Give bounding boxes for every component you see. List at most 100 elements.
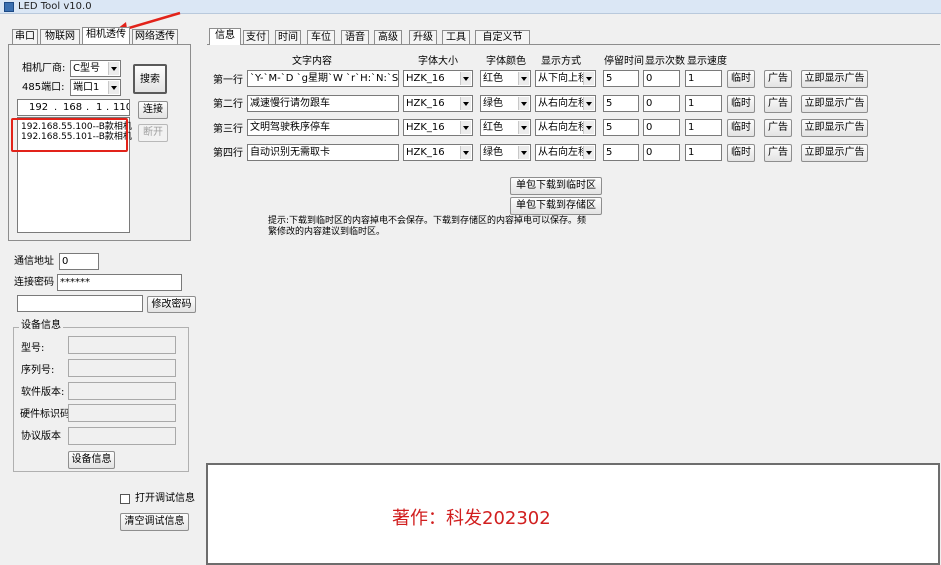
row-2-show-ad-button[interactable]: 立即显示广告 xyxy=(801,95,868,113)
device-info-button[interactable]: 设备信息 xyxy=(68,451,115,469)
row-1-speed-input[interactable]: 1 xyxy=(685,70,722,87)
row-1-stay-input[interactable]: 5 xyxy=(603,70,639,87)
tab-network-passthrough[interactable]: 网络透传 xyxy=(132,29,178,44)
tab-time[interactable]: 时间 xyxy=(275,30,301,45)
row-3-font-select[interactable]: HZK_16 xyxy=(403,119,473,136)
chevron-down-icon xyxy=(518,97,529,110)
chevron-down-icon xyxy=(460,72,471,85)
row-3-speed-input[interactable]: 1 xyxy=(685,119,722,136)
app-icon xyxy=(4,2,14,12)
row-4-text-input[interactable]: 自动识别无需取卡 xyxy=(247,144,399,161)
software-version-field xyxy=(68,382,176,400)
header-stay-time: 停留时间 xyxy=(604,56,644,67)
new-password-input[interactable] xyxy=(17,295,143,312)
search-button[interactable]: 搜索 xyxy=(133,64,167,94)
row-1-mode-select[interactable]: 从下向上移 xyxy=(535,70,596,87)
row-2-font-select[interactable]: HZK_16 xyxy=(403,95,473,112)
row-2-text-input[interactable]: 减速慢行请勿跟车 xyxy=(247,95,399,112)
download-store-button[interactable]: 单包下载到存储区 xyxy=(510,197,602,215)
row-2-count-input[interactable]: 0 xyxy=(643,95,680,112)
port-select[interactable]: 端口1 xyxy=(70,79,121,96)
tab-advanced[interactable]: 高级 xyxy=(374,30,402,45)
row-4-color-select[interactable]: 绿色 xyxy=(480,144,531,161)
row-2-label: 第二行 xyxy=(213,99,243,110)
row-1-show-ad-button[interactable]: 立即显示广告 xyxy=(801,70,868,88)
annotation-highlight-box xyxy=(11,118,128,152)
header-display-speed: 显示速度 xyxy=(687,56,727,67)
chevron-down-icon xyxy=(460,121,471,134)
chevron-down-icon xyxy=(583,146,594,159)
tab-serial[interactable]: 串口 xyxy=(12,29,38,44)
row-2-stay-input[interactable]: 5 xyxy=(603,95,639,112)
serial-label: 序列号: xyxy=(21,365,55,376)
password-input[interactable]: ****** xyxy=(57,274,182,291)
row-4-speed-input[interactable]: 1 xyxy=(685,144,722,161)
row-2-mode-select[interactable]: 从右向左移 xyxy=(535,95,596,112)
tab-custom-program[interactable]: 自定义节目 xyxy=(475,30,530,57)
row-1-ad-button[interactable]: 广告 xyxy=(764,70,792,88)
disconnect-button[interactable]: 断开 xyxy=(138,124,168,142)
row-4-count-input[interactable]: 0 xyxy=(643,144,680,161)
protocol-version-label: 协议版本 xyxy=(21,431,61,442)
chevron-down-icon xyxy=(460,97,471,110)
row-1-temp-button[interactable]: 临时 xyxy=(727,70,755,88)
row-2-ad-button[interactable]: 广告 xyxy=(764,95,792,113)
tab-info[interactable]: 信息 xyxy=(209,28,241,45)
chevron-down-icon xyxy=(518,121,529,134)
tab-parking[interactable]: 车位 xyxy=(307,30,335,45)
connect-button[interactable]: 连接 xyxy=(138,101,168,119)
tab-tools[interactable]: 工具 xyxy=(442,30,470,45)
row-4-label: 第四行 xyxy=(213,148,243,159)
title-bar xyxy=(0,0,941,14)
row-3-mode-select[interactable]: 从右向左移 xyxy=(535,119,596,136)
tab-payment[interactable]: 支付 xyxy=(243,30,269,45)
tab-voice[interactable]: 语音 xyxy=(341,30,369,45)
row-3-ad-button[interactable]: 广告 xyxy=(764,119,792,137)
device-info-title: 设备信息 xyxy=(19,320,63,332)
tab-camera-passthrough[interactable]: 相机透传 xyxy=(82,27,130,44)
vendor-select[interactable]: C型号 xyxy=(70,60,121,77)
tab-upgrade[interactable]: 升级 xyxy=(409,30,437,45)
row-1-text-input[interactable]: `Y-`M-`D `g星期`W `r`H:`N:`S xyxy=(247,70,399,87)
row-4-stay-input[interactable]: 5 xyxy=(603,144,639,161)
password-label: 连接密码 xyxy=(14,277,54,288)
header-display-mode: 显示方式 xyxy=(541,56,581,67)
comm-address-label: 通信地址 xyxy=(14,256,54,267)
row-3-count-input[interactable]: 0 xyxy=(643,119,680,136)
chevron-down-icon xyxy=(518,72,529,85)
row-2-color-select[interactable]: 绿色 xyxy=(480,95,531,112)
row-3-text-input[interactable]: 文明驾驶秩序停车 xyxy=(247,119,399,136)
open-debug-checkbox[interactable] xyxy=(120,494,130,504)
row-1-color-select[interactable]: 红色 xyxy=(480,70,531,87)
row-3-temp-button[interactable]: 临时 xyxy=(727,119,755,137)
row-2-temp-button[interactable]: 临时 xyxy=(727,95,755,113)
chevron-down-icon xyxy=(583,72,594,85)
hardware-id-field xyxy=(68,404,176,422)
change-password-button[interactable]: 修改密码 xyxy=(147,296,196,313)
row-4-show-ad-button[interactable]: 立即显示广告 xyxy=(801,144,868,162)
header-text-content: 文字内容 xyxy=(292,56,332,67)
download-hint: 提示:下载到临时区的内容掉电不会保存。下载到存储区的内容掉电可以保存。频繁修改的… xyxy=(268,216,587,237)
clear-debug-button[interactable]: 清空调试信息 xyxy=(120,513,189,531)
ip-address-input[interactable]: 192 . 168 . 1 . 110 xyxy=(17,99,130,116)
row-4-temp-button[interactable]: 临时 xyxy=(727,144,755,162)
row-2-speed-input[interactable]: 1 xyxy=(685,95,722,112)
row-3-color-select[interactable]: 红色 xyxy=(480,119,531,136)
download-temp-button[interactable]: 单包下载到临时区 xyxy=(510,177,602,195)
tab-iot[interactable]: 物联网 xyxy=(40,29,80,44)
debug-log-pane[interactable] xyxy=(206,463,940,565)
row-1-font-select[interactable]: HZK_16 xyxy=(403,70,473,87)
row-4-ad-button[interactable]: 广告 xyxy=(764,144,792,162)
port-label: 485端口: xyxy=(22,82,65,93)
row-4-font-select[interactable]: HZK_16 xyxy=(403,144,473,161)
row-3-stay-input[interactable]: 5 xyxy=(603,119,639,136)
model-field xyxy=(68,336,176,354)
row-4-mode-select[interactable]: 从右向左移 xyxy=(535,144,596,161)
hardware-id-label: 硬件标识码 xyxy=(20,409,70,420)
comm-address-input[interactable]: 0 xyxy=(59,253,99,270)
header-display-count: 显示次数 xyxy=(645,56,685,67)
row-1-label: 第一行 xyxy=(213,75,243,86)
row-3-show-ad-button[interactable]: 立即显示广告 xyxy=(801,119,868,137)
serial-field xyxy=(68,359,176,377)
row-1-count-input[interactable]: 0 xyxy=(643,70,680,87)
